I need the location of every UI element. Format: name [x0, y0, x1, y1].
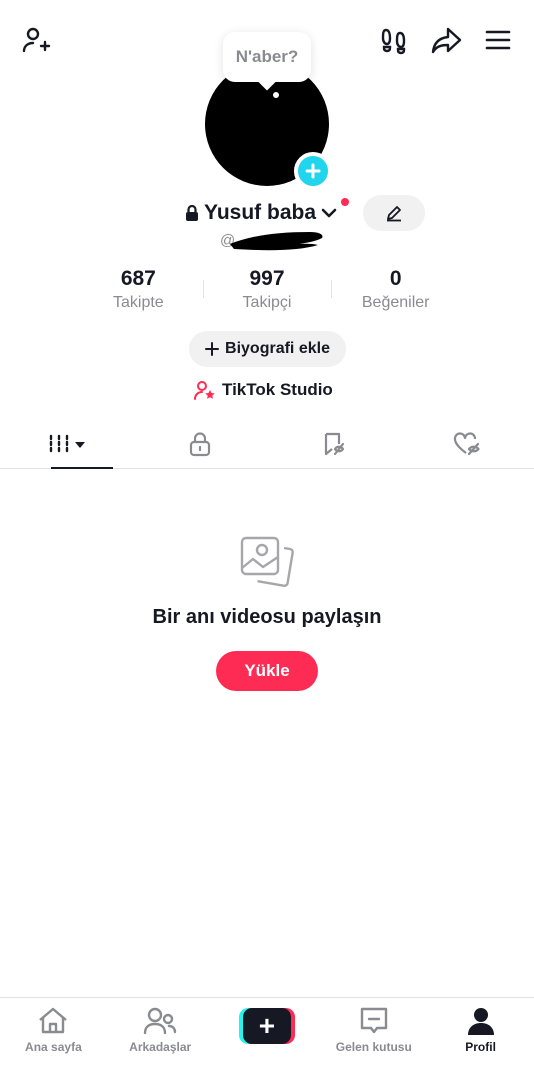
tiktok-studio-link[interactable]: TikTok Studio — [194, 376, 333, 404]
empty-state-title: Bir anı videosu paylaşın — [152, 606, 382, 628]
nav-home[interactable]: Ana sayfa — [0, 998, 107, 1080]
lock-icon — [190, 432, 211, 457]
pencil-icon — [387, 206, 401, 222]
photos-icon — [240, 536, 294, 587]
liked-heart-icon — [454, 432, 480, 456]
tab-liked[interactable] — [401, 420, 534, 468]
plus-icon — [305, 163, 321, 179]
notification-dot — [341, 198, 349, 206]
add-story-button[interactable] — [294, 152, 332, 190]
tab-private[interactable] — [134, 420, 268, 468]
stat-value: 687 — [120, 267, 156, 290]
hamburger-menu-icon[interactable] — [478, 20, 518, 60]
nav-profile[interactable]: Profil — [427, 998, 534, 1080]
person-plus-icon[interactable] — [16, 20, 56, 60]
stat-value: 0 — [389, 267, 402, 290]
upload-button[interactable]: Yükle — [216, 651, 318, 691]
friends-icon — [143, 1007, 177, 1035]
profile-page: N'aber? Yusuf baba @ 687 Takipte 997 Tak… — [0, 0, 534, 1080]
nav-create[interactable]: + — [214, 998, 321, 1080]
stat-followers[interactable]: 997 Takipçi — [202, 266, 332, 314]
bubble-dot — [273, 92, 279, 98]
create-plus-icon: + — [238, 1008, 295, 1044]
stat-label: Beğeniler — [361, 294, 430, 311]
username-row[interactable]: Yusuf baba — [184, 198, 338, 228]
redaction-scribble — [230, 232, 323, 251]
nav-label: Profil — [465, 1040, 496, 1054]
tab-videos[interactable] — [0, 420, 134, 469]
studio-label: TikTok Studio — [222, 380, 333, 399]
stat-label: Takipte — [112, 294, 164, 311]
studio-person-star-icon — [194, 381, 215, 400]
edit-profile-button[interactable] — [363, 195, 425, 231]
profile-stats: 687 Takipte 997 Takipçi 0 Beğeniler — [74, 266, 460, 314]
nav-label: Gelen kutusu — [335, 1040, 412, 1054]
note-bubble-text: N'aber? — [235, 47, 299, 66]
nav-label: Ana sayfa — [25, 1040, 82, 1054]
lock-icon — [186, 204, 198, 221]
nav-friends[interactable]: Arkadaşlar — [107, 998, 214, 1080]
profile-name: Yusuf baba — [204, 201, 317, 224]
note-bubble[interactable]: N'aber? — [223, 32, 311, 82]
nav-label: Arkadaşlar — [129, 1040, 192, 1054]
bottom-nav: Ana sayfa Arkadaşlar + Gelen kutusu Prof… — [0, 997, 534, 1080]
stat-following[interactable]: 687 Takipte — [74, 266, 203, 314]
add-bio-button[interactable]: Biyografi ekle — [189, 331, 346, 367]
videos-grid-icon — [49, 434, 85, 453]
home-icon — [39, 1007, 68, 1034]
footprints-icon[interactable] — [374, 20, 414, 60]
profile-icon — [467, 1008, 494, 1035]
content-tabs — [0, 420, 534, 469]
nav-inbox[interactable]: Gelen kutusu — [320, 998, 427, 1080]
share-arrow-icon[interactable] — [426, 20, 466, 60]
tab-saved[interactable] — [267, 420, 401, 468]
inbox-icon — [360, 1007, 387, 1034]
bookmark-icon — [324, 432, 344, 456]
add-bio-label: Biyografi ekle — [225, 340, 330, 357]
plus-icon — [205, 342, 220, 356]
stat-label: Takipçi — [242, 294, 292, 311]
stat-likes[interactable]: 0 Beğeniler — [331, 266, 460, 314]
stat-value: 997 — [249, 267, 285, 290]
chevron-down-icon — [321, 208, 337, 218]
